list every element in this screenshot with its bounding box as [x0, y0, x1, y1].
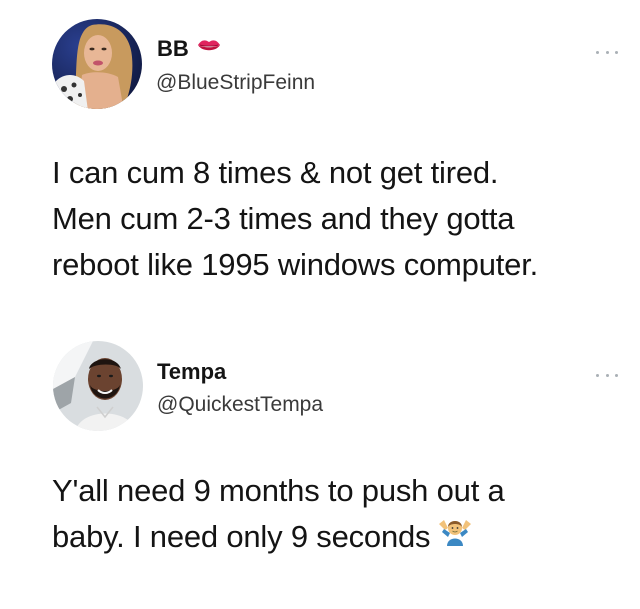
tweet-body: I can cum 8 times & not get tired. Men c… [52, 150, 622, 288]
tweet-2: Tempa @QuickestTempa Y'all need 9 months… [0, 320, 640, 609]
avatar-tempa[interactable] [53, 341, 143, 431]
handle[interactable]: @BlueStripFeinn [156, 70, 315, 96]
tweet-1: BB @BlueStripFeinn I can cum 8 times & n… [0, 0, 640, 320]
tweet-body-line-last: baby. I need only 9 seconds [52, 514, 622, 560]
handle[interactable]: @QuickestTempa [157, 392, 323, 418]
display-name-text: BB [157, 36, 189, 61]
tweet-body-line: reboot like 1995 windows computer. [52, 247, 539, 282]
more-options-icon[interactable] [596, 371, 618, 379]
avatar-bb[interactable] [52, 19, 142, 109]
display-name-text: Tempa [157, 359, 227, 384]
display-name[interactable]: BB [157, 36, 221, 62]
tweet-body-line: Men cum 2-3 times and they gotta [52, 201, 515, 236]
tweet-body-line-text: baby. I need only 9 seconds [52, 519, 431, 554]
tweet-body: Y'all need 9 months to push out a baby. … [52, 468, 622, 560]
more-options-icon[interactable] [596, 48, 618, 56]
person-shrugging-icon [438, 513, 472, 559]
display-name[interactable]: Tempa [157, 359, 226, 385]
tweet-body-line: I can cum 8 times & not get tired. [52, 155, 499, 190]
lips-icon [197, 35, 221, 61]
tweet-body-line: Y'all need 9 months to push out a [52, 473, 505, 508]
